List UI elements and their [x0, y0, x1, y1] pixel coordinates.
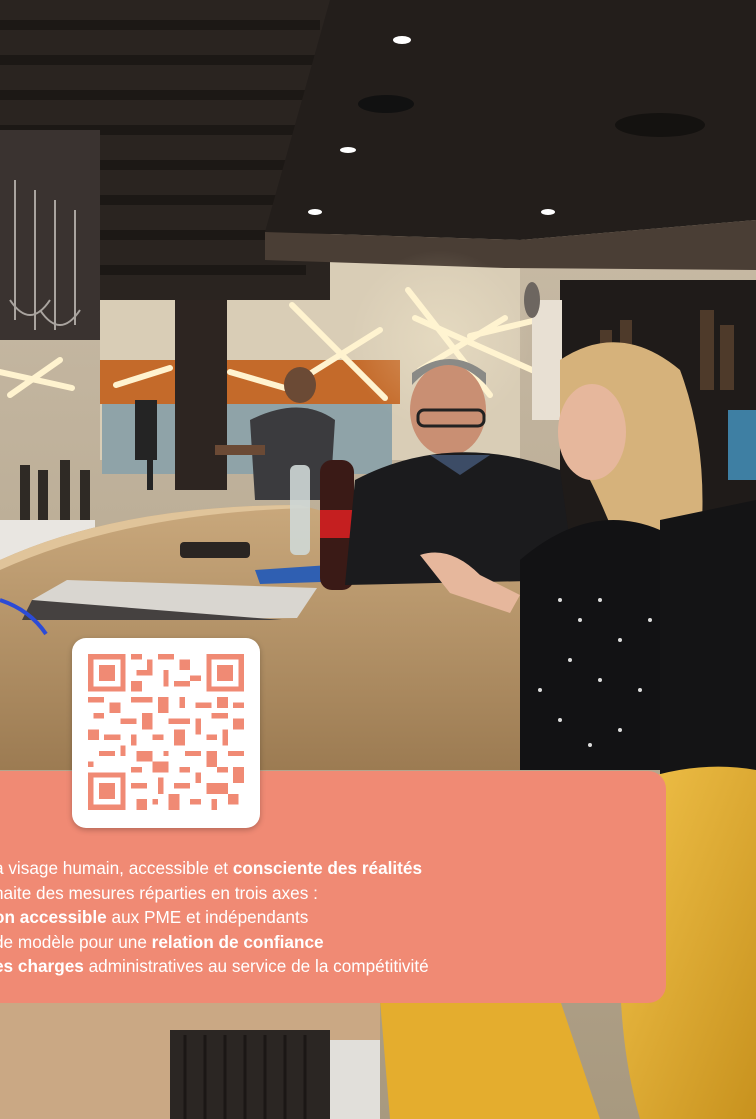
- qr-code-card[interactable]: [72, 638, 260, 828]
- panel-line: à visage humain, accessible et conscient…: [0, 858, 423, 878]
- panel-line: on accessible aux PME et indépendants: [0, 907, 309, 927]
- panel-text: à visage humain, accessible et conscient…: [0, 856, 674, 979]
- panel-line: de modèle pour une relation de confiance: [0, 931, 324, 952]
- panel-heading: E: [0, 803, 1, 829]
- panel-line: haite des mesures réparties en trois axe…: [0, 882, 318, 903]
- qr-code-icon[interactable]: [88, 654, 244, 810]
- panel-line: es charges administratives au service de…: [0, 956, 429, 976]
